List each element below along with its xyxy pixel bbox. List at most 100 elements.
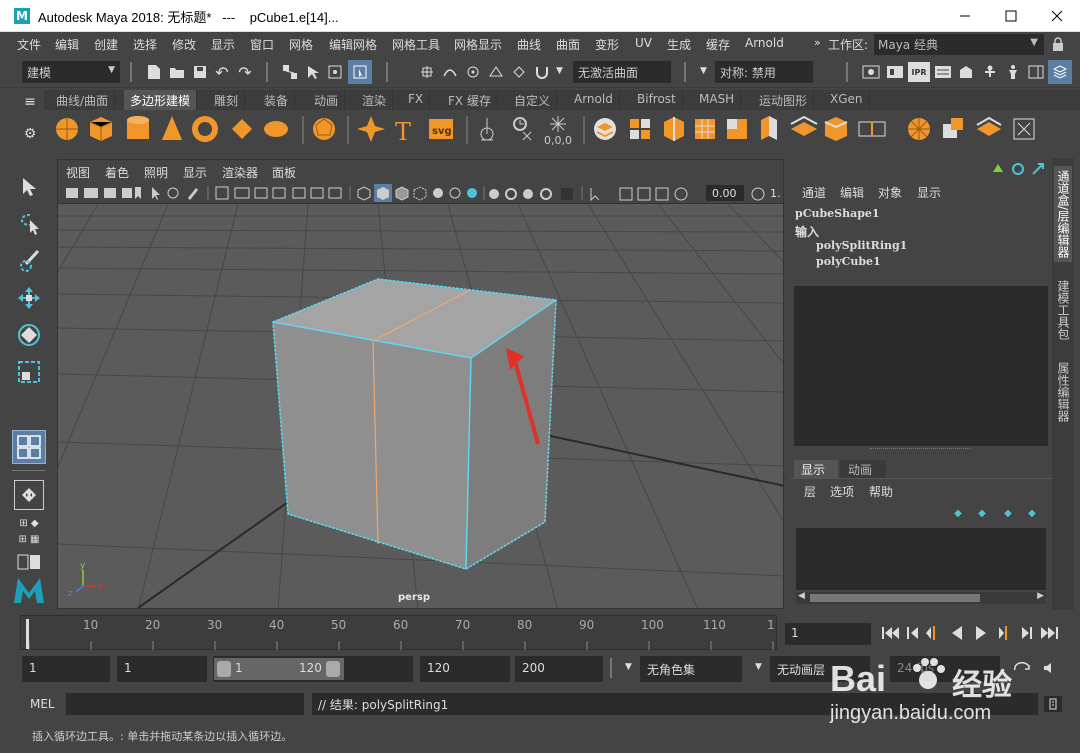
channel-input-item[interactable]: polySplitRing1 [816,239,907,252]
menu-modify[interactable]: 修改 [172,36,196,53]
bookmark-flag-icon[interactable] [135,187,141,199]
chevron-down-icon[interactable]: ▼ [556,66,563,76]
gate-mask-icon[interactable] [272,187,286,199]
append-polygon-icon[interactable] [824,117,848,141]
transfer-attributes-icon[interactable] [943,118,963,138]
snap-point-icon[interactable] [463,62,483,82]
2d-pan-zoom-icon[interactable] [188,188,198,200]
select-tool-icon[interactable] [14,172,44,202]
shelf-gear-icon[interactable]: ⚙ [22,126,38,142]
tab-fx-caching[interactable]: FX 缓存 [442,90,498,110]
layer-tab-anim[interactable]: 动画 [840,460,886,478]
poly-sphere-icon[interactable] [56,118,78,140]
object-select-icon[interactable] [303,62,323,82]
motion-blur-icon[interactable] [489,189,499,199]
graph-layout-icon[interactable] [14,553,44,571]
shelf-menu-icon[interactable]: ≡ [22,94,38,110]
tab-xgen[interactable]: XGen [824,90,870,110]
script-lang-label[interactable]: MEL [30,697,55,711]
center-pivot-icon[interactable] [550,116,566,132]
tab-rendering[interactable]: 渲染 [356,90,394,110]
outliner-layout-icon[interactable]: ⊞ ▦ [14,531,44,547]
image-plane-icon[interactable] [122,188,132,198]
current-time-marker[interactable] [26,619,29,649]
grid-toggle-icon[interactable] [215,186,229,200]
poly-torus-icon[interactable] [192,116,218,142]
poly-cube-icon[interactable] [89,117,113,141]
separate-icon[interactable] [630,119,650,139]
multisample-aa-icon[interactable] [505,188,517,200]
smooth-icon[interactable] [664,117,684,141]
exposure-icon[interactable] [674,187,688,201]
poly-cone-icon[interactable] [162,116,182,140]
toggle-panel-icon[interactable] [1026,62,1046,82]
vp-menu-shading[interactable]: 着色 [105,164,129,181]
shadows-icon[interactable] [449,187,461,199]
unfold-uv-icon[interactable] [976,116,1002,136]
channel-menu-object[interactable]: 对象 [878,184,902,201]
vp-select-icon[interactable] [152,187,160,200]
hypershade-icon[interactable] [956,62,976,82]
tab-poly-modeling[interactable]: 多边形建模 [124,90,198,110]
screen-space-ao-icon[interactable] [467,188,477,198]
menu-create[interactable]: 创建 [94,36,118,53]
playback-end-field[interactable]: 120 [420,656,510,682]
hierarchy-select-icon[interactable] [280,62,300,82]
move-layer-up-icon[interactable]: ◆ [950,506,966,520]
range-slider[interactable]: 1 120 [213,656,413,682]
isolate-select-icon[interactable] [540,188,552,200]
poly-star-icon[interactable] [357,116,385,142]
channel-expand-icon[interactable] [1030,162,1046,176]
3d-scene[interactable]: y x z persp [58,204,784,609]
tab-custom[interactable]: 自定义 [508,90,558,110]
tab-motion-graphics[interactable]: 运动图形 [753,90,815,110]
layer-scrollbar[interactable]: ◀ ▶ [796,591,1046,604]
layer-menu-options[interactable]: 选项 [830,483,854,500]
chevron-down-icon[interactable]: ▼ [755,662,762,672]
scale-tool-icon[interactable] [14,357,44,387]
command-input[interactable] [66,693,304,715]
channel-menu-channels[interactable]: 通道 [802,184,826,201]
tab-bifrost[interactable]: Bifrost [631,90,683,110]
xray-icon[interactable] [561,188,573,200]
bookmark-icon[interactable] [104,188,116,198]
resolution-gate-icon[interactable] [254,187,268,199]
new-scene-icon[interactable] [144,62,164,82]
menu-mesh-tools[interactable]: 网格工具 [392,36,440,53]
menu-deform[interactable]: 变形 [595,36,619,53]
rotate-tool-icon[interactable] [14,320,44,350]
menu-file[interactable]: 文件 [17,36,41,53]
poly-plane-icon[interactable] [232,119,252,139]
range-slider-bar-fill[interactable] [214,658,344,680]
viewport-panel[interactable]: 视图 着色 照明 显示 渲染器 面板 0.00 1. y x z persp [57,159,784,609]
use-lights-icon[interactable] [433,188,443,198]
channel-shape-name[interactable]: pCubeShape1 [795,207,880,220]
tab-mash[interactable]: MASH [693,90,742,110]
side-tab-attribute-editor[interactable]: 属性编辑器 [1054,358,1072,426]
loop-icon[interactable] [1012,660,1032,676]
single-view-layout-icon[interactable] [14,480,44,510]
play-backward-icon[interactable] [952,626,962,640]
textured-icon[interactable] [413,186,427,201]
subdivide-icon[interactable] [695,119,715,139]
tab-rigging[interactable]: 装备 [258,90,296,110]
side-tab-channel-box[interactable]: 通道盒/层编辑器 [1054,166,1072,263]
playback-start-field[interactable]: 1 [117,656,207,682]
render-view-icon[interactable] [860,62,882,82]
menu-window[interactable]: 窗口 [250,36,274,53]
xray-active-icon[interactable] [619,187,633,201]
safe-title-icon[interactable] [328,187,342,199]
film-gate-icon[interactable] [234,187,250,199]
menu-uv[interactable]: UV [635,36,652,50]
menu-curves[interactable]: 曲线 [517,36,541,53]
snap-curve-icon[interactable] [440,62,460,82]
extrude-icon[interactable] [761,116,777,140]
menu-edit[interactable]: 编辑 [55,36,79,53]
menu-cache[interactable]: 缓存 [706,36,730,53]
snap-magnet-icon[interactable] [532,62,552,82]
menu-mesh[interactable]: 网格 [289,36,313,53]
panel-splitter[interactable] [870,448,970,450]
freeze-transform-icon[interactable] [513,117,532,141]
menu-mesh-display[interactable]: 网格显示 [454,36,502,53]
two-pane-layout-icon[interactable]: ⊞ ◆ [14,515,44,531]
